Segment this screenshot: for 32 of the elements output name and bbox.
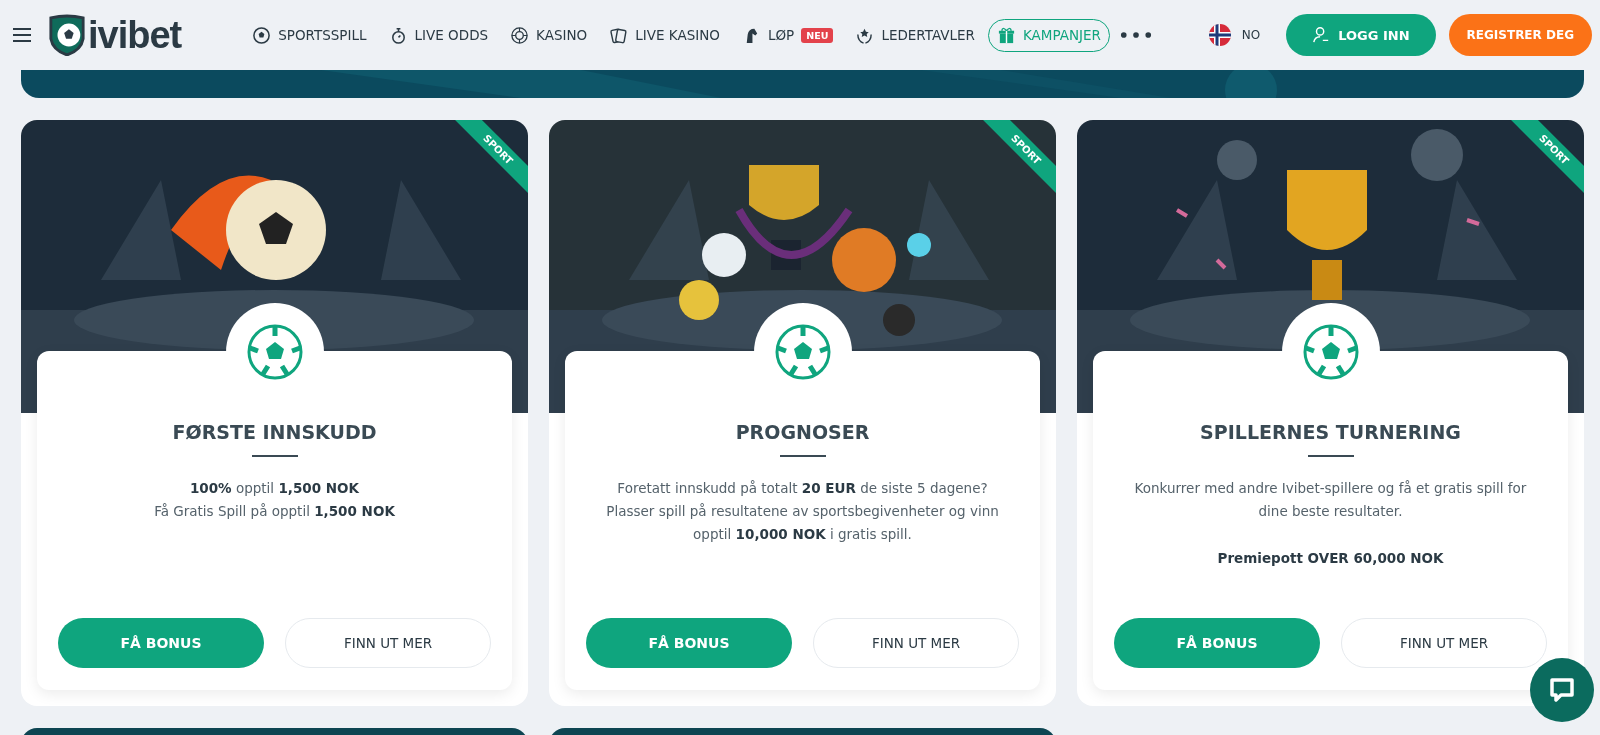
promo-text: Foretatt innskudd på totalt 20 EUR de siste 5 dagene? Plasser spill på resultatene av sportsbegivenheter og vinn opptil 10,000 NOK i gratis spill. <box>605 479 1000 544</box>
flag-icon[interactable] <box>1207 23 1232 47</box>
learn-more-button[interactable]: FINN UT MER <box>1341 618 1547 668</box>
brand-logo[interactable]: ivibet <box>88 13 182 57</box>
nav-link[interactable]: SPORTSSPILL <box>243 18 376 52</box>
nav-link[interactable]: LØP NEU <box>732 18 843 52</box>
roulette-icon <box>510 25 530 45</box>
promo-text: 100% opptil 1,500 NOK <box>188 479 361 498</box>
football-icon <box>252 25 272 45</box>
learn-more-button[interactable]: FINN UT MER <box>285 618 491 668</box>
football-icon <box>246 324 303 380</box>
nav-link[interactable]: LIVE ODDS <box>379 18 498 52</box>
football-icon <box>774 324 831 380</box>
nav-link[interactable]: KASINO <box>501 18 597 52</box>
new-badge: NEU <box>801 27 834 43</box>
chat-icon <box>1547 675 1577 705</box>
promo-text: Premiepott OVER 60,000 NOK <box>1216 549 1445 568</box>
language-label[interactable]: NO <box>1241 28 1261 42</box>
learn-more-button[interactable]: FINN UT MER <box>813 618 1019 668</box>
promo-title: FØRSTE INNSKUDD <box>172 421 377 443</box>
football-icon <box>1302 324 1359 380</box>
chat-button[interactable] <box>1530 658 1594 722</box>
more-icon[interactable] <box>1120 31 1152 39</box>
promo-text: Få Gratis Spill på opptil 1,500 NOK <box>154 502 395 521</box>
user-icon <box>1312 26 1331 44</box>
gift-icon <box>997 25 1016 45</box>
promo-title: SPILLERNES TURNERING <box>1200 421 1461 443</box>
nav-link[interactable]: LEDERTAVLER <box>846 18 984 52</box>
nav-link[interactable]: LIVE KASINO <box>600 18 729 52</box>
menu-icon[interactable] <box>12 27 32 43</box>
promo-text: Konkurrer med andre Ivibet-spillere og få et gratis spill for dine beste resultater. <box>1133 479 1528 521</box>
promo-title: PROGNOSER <box>735 421 870 443</box>
